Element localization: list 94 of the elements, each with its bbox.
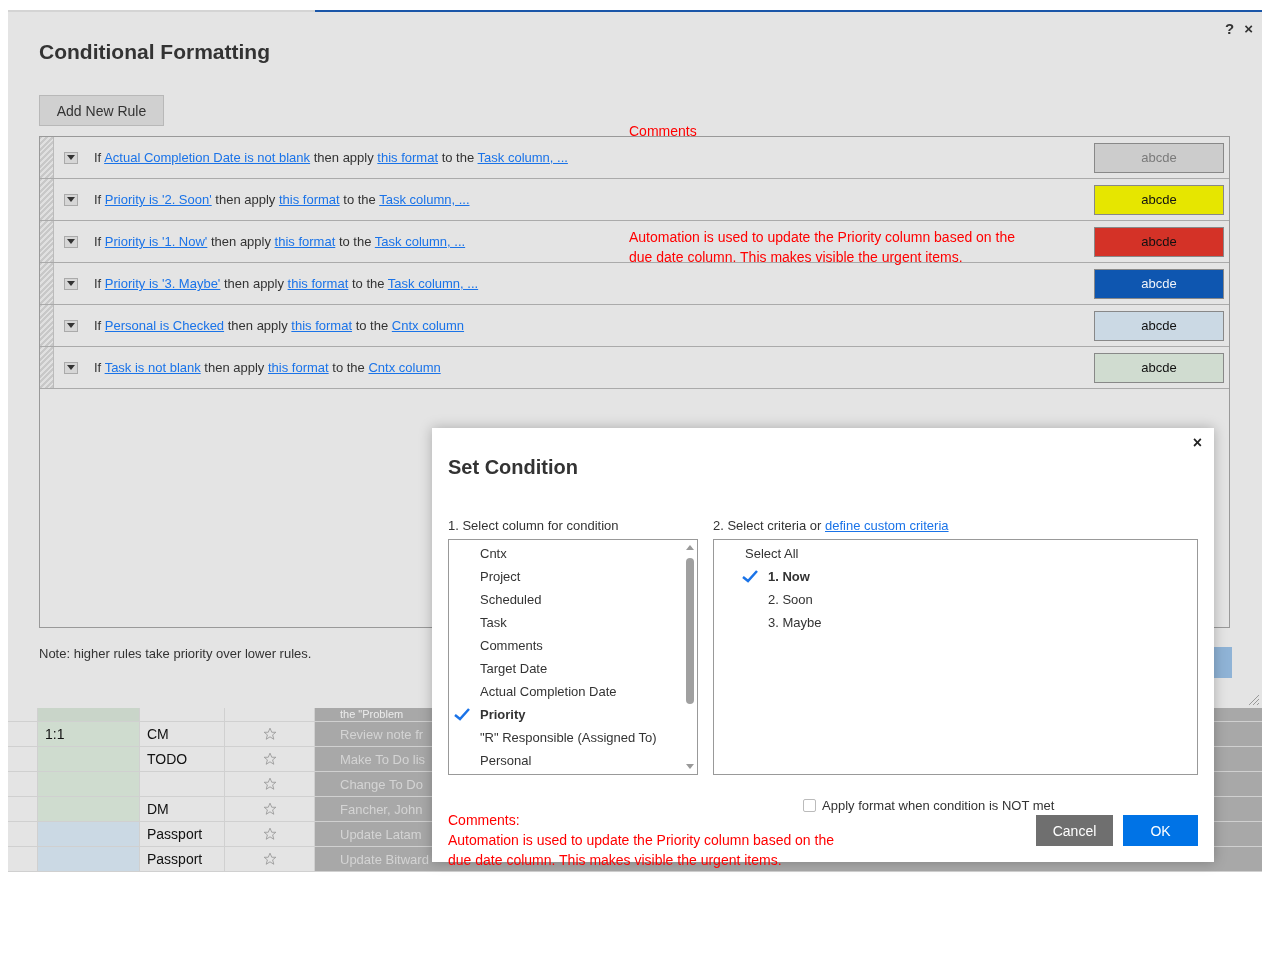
resize-grip-icon[interactable] [1248, 694, 1260, 706]
sheet-cell: Passport [140, 847, 225, 871]
drag-handle[interactable] [40, 179, 54, 220]
rule-link[interactable]: Personal is Checked [104, 318, 225, 333]
checkbox-label: Apply format when condition is NOT met [822, 798, 1055, 813]
rule-link[interactable]: Task column, ... [387, 276, 479, 291]
format-sample[interactable]: abcde [1094, 142, 1224, 173]
rule-link[interactable]: this format [278, 192, 340, 207]
format-sample[interactable]: abcde [1094, 310, 1224, 341]
list-item[interactable]: Target Date [449, 657, 697, 680]
rule-text: If Priority is '1. Now' then apply this format to the Task column, ... [94, 234, 466, 249]
note-text: Note: higher rules take priority over lower rules. [39, 646, 313, 661]
sheet-cell: DM [140, 797, 225, 821]
sheet-cell: the "Problem [340, 708, 404, 721]
checkbox[interactable] [803, 799, 816, 812]
caret-icon [67, 155, 75, 160]
star-icon[interactable] [262, 777, 277, 791]
rule-menu-button[interactable] [64, 235, 78, 248]
format-sample[interactable]: abcde [1094, 184, 1224, 215]
rule-link[interactable]: this format [377, 150, 439, 165]
rule-menu-button[interactable] [64, 193, 78, 206]
star-icon[interactable] [262, 752, 277, 766]
list-item[interactable]: Comments [449, 634, 697, 657]
star-icon[interactable] [262, 802, 277, 816]
caret-icon [67, 197, 75, 202]
rule-menu-button[interactable] [64, 361, 78, 374]
comment-note: Automation is used to update the Priority column based on the due date column. This makes visible the urgent items. [629, 228, 1016, 267]
list-item[interactable]: Task [449, 611, 697, 634]
sheet-cell: CM [140, 722, 225, 746]
rule-text: If Personal is Checked then apply this format to the Cntx column [94, 318, 465, 333]
caret-icon [67, 365, 75, 370]
list-item[interactable]: 3. Maybe [714, 611, 1197, 634]
format-sample[interactable]: abcde [1094, 226, 1224, 257]
rule-link[interactable]: Task is not blank [104, 360, 201, 375]
drag-handle[interactable] [40, 305, 54, 346]
list-item[interactable]: Personal [449, 749, 697, 772]
help-icon[interactable]: ? [1225, 19, 1235, 37]
list-item[interactable]: Scheduled [449, 588, 697, 611]
sheet-cell: TODO [140, 747, 225, 771]
ok-button[interactable]: OK [1123, 815, 1198, 846]
list-item[interactable]: 1. Now [714, 565, 1197, 588]
rule-link[interactable]: Priority is '1. Now' [104, 234, 208, 249]
comment-label: Comments [629, 123, 697, 139]
close-icon[interactable]: × [1244, 19, 1253, 37]
rule-menu-button[interactable] [64, 151, 78, 164]
custom-criteria-link[interactable]: define custom criteria [825, 518, 949, 533]
list-item[interactable]: Actual Completion Date [449, 680, 697, 703]
list-item[interactable]: 2. Soon [714, 588, 1197, 611]
rule-link[interactable]: Priority is '3. Maybe' [104, 276, 221, 291]
rule-text: If Actual Completion Date is not blank then apply this format to the Task column, ... [94, 150, 568, 165]
rule-link[interactable]: Cntx column [391, 318, 465, 333]
comment-note: Comments: Automation is used to update the Priority column based on the due date column. This makes visible the urgent items. [448, 812, 834, 870]
rule-link[interactable]: Priority is '2. Soon' [104, 192, 212, 207]
list-item[interactable]: Select All [714, 542, 1197, 565]
rule-link[interactable]: this format [291, 318, 353, 333]
drag-handle[interactable] [40, 137, 54, 178]
rule-text: If Task is not blank then apply this format to the Cntx column [94, 360, 441, 375]
list-item[interactable]: "R" Responsible (Assigned To) [449, 726, 697, 749]
add-rule-button[interactable]: Add New Rule [39, 95, 164, 126]
rule-menu-button[interactable] [64, 277, 78, 290]
rule-link[interactable]: this format [274, 234, 336, 249]
dialog-title: Conditional Formatting [39, 40, 271, 64]
format-sample[interactable]: abcde [1094, 352, 1224, 383]
list-item[interactable]: Project [449, 565, 697, 588]
drag-handle[interactable] [40, 347, 54, 388]
list-item[interactable]: Priority [449, 703, 697, 726]
rule-link[interactable]: Task column, ... [477, 150, 568, 165]
star-icon[interactable] [262, 727, 277, 741]
rule-menu-button[interactable] [64, 319, 78, 332]
sheet-cell: 1:1 [38, 722, 140, 746]
caret-icon [67, 281, 75, 286]
format-sample[interactable]: abcde [1094, 268, 1224, 299]
rule-link[interactable]: this format [287, 276, 349, 291]
rule-link[interactable]: Cntx column [368, 360, 441, 375]
cancel-button[interactable]: Cancel [1036, 815, 1113, 846]
rule-text: If Priority is '3. Maybe' then apply this format to the Task column, ... [94, 276, 479, 291]
rule-text: If Priority is '2. Soon' then apply this format to the Task column, ... [94, 192, 470, 207]
drag-handle[interactable] [40, 263, 54, 304]
star-icon[interactable] [262, 827, 277, 841]
dialog-title: Set Condition [448, 456, 579, 479]
list-item[interactable]: Cntx [449, 542, 697, 565]
star-icon[interactable] [262, 852, 277, 866]
partial-button[interactable] [1212, 647, 1232, 678]
sheet-cell: Passport [140, 822, 225, 846]
close-icon[interactable]: × [1192, 434, 1202, 452]
rule-link[interactable]: Actual Completion Date is not blank [104, 150, 311, 165]
rule-link[interactable]: Task column, ... [374, 234, 466, 249]
field-label: 1. Select column for condition [448, 519, 620, 532]
caret-icon [67, 239, 75, 244]
rule-link[interactable]: Task column, ... [379, 192, 470, 207]
drag-handle[interactable] [40, 221, 54, 262]
field-label: 2. Select criteria or define custom criteria [713, 519, 950, 532]
caret-icon [67, 323, 75, 328]
rule-link[interactable]: this format [268, 360, 329, 375]
